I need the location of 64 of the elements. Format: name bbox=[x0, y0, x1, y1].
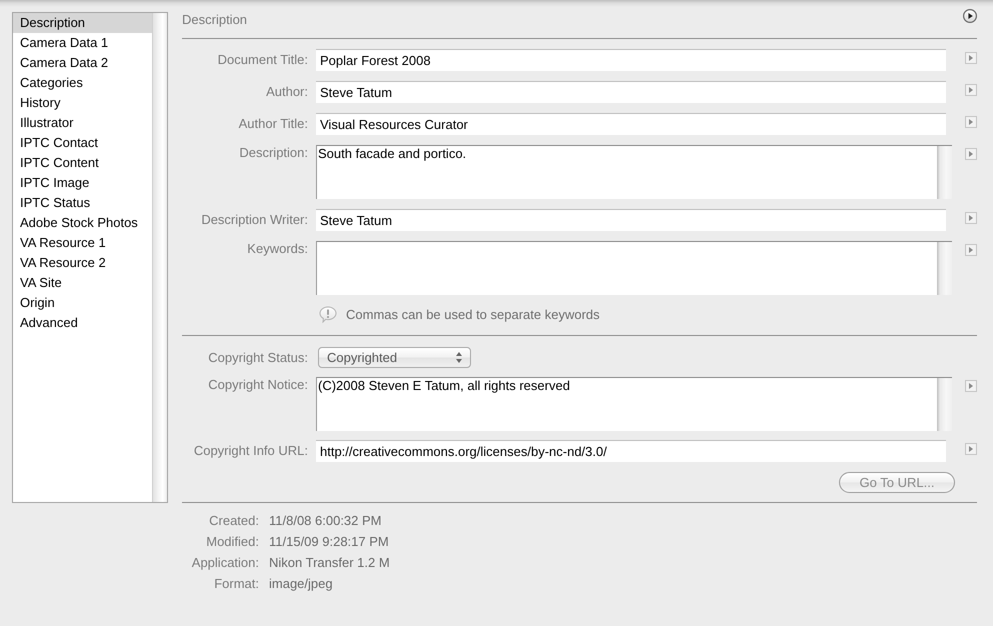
text-area[interactable] bbox=[316, 241, 952, 295]
info-value: Nikon Transfer 1.2 M bbox=[269, 554, 390, 572]
sidebar-item[interactable]: VA Site bbox=[13, 273, 152, 293]
hint-text: Commas can be used to separate keywords bbox=[346, 306, 600, 322]
sidebar-item[interactable]: IPTC Image bbox=[13, 173, 152, 193]
field-menu-button[interactable] bbox=[965, 380, 977, 392]
sidebar-item[interactable]: Camera Data 1 bbox=[13, 33, 152, 53]
scrollbar[interactable] bbox=[152, 13, 167, 502]
field-label: Copyright Notice: bbox=[207, 377, 308, 393]
sidebar-item[interactable]: VA Resource 2 bbox=[13, 253, 152, 273]
panel-title: Description bbox=[182, 11, 248, 28]
triangle-icon bbox=[969, 151, 973, 157]
info-value: image/jpeg bbox=[269, 575, 334, 593]
field-label: Document Title: bbox=[216, 51, 308, 68]
sidebar-item[interactable]: IPTC Content bbox=[13, 153, 152, 173]
triangle-icon bbox=[969, 55, 973, 61]
sidebar-item[interactable]: Advanced bbox=[13, 313, 152, 333]
info-value: 11/8/08 6:00:32 PM bbox=[269, 512, 383, 530]
info-label: Modified: bbox=[205, 533, 259, 551]
field-label: Copyright Info URL: bbox=[192, 442, 308, 459]
dropdown[interactable]: Copyrighted bbox=[318, 347, 471, 368]
field-label: Description Writer: bbox=[200, 211, 308, 228]
field-menu-button[interactable] bbox=[965, 116, 977, 128]
field-label: Author: bbox=[265, 83, 308, 100]
field-label: Keywords: bbox=[246, 241, 308, 257]
text-area[interactable]: (C)2008 Steven E Tatum, all rights reserved bbox=[316, 377, 952, 431]
play-circle-icon[interactable] bbox=[963, 9, 977, 23]
sidebar-item[interactable]: Origin bbox=[13, 293, 152, 313]
text-field[interactable]: http://creativecommons.org/licenses/by-nc-nd/3.0/ bbox=[316, 440, 946, 462]
text-area[interactable]: South facade and portico. bbox=[316, 145, 952, 199]
field-menu-button[interactable] bbox=[965, 52, 977, 64]
alert-bubble-icon bbox=[319, 306, 337, 322]
sidebar-item[interactable]: VA Resource 1 bbox=[13, 233, 152, 253]
triangle-icon bbox=[969, 383, 973, 389]
info-value: 11/15/09 9:28:17 PM bbox=[269, 533, 390, 551]
field-menu-button[interactable] bbox=[965, 443, 977, 455]
triangle-icon bbox=[969, 119, 973, 125]
text-field[interactable]: Poplar Forest 2008 bbox=[316, 49, 946, 71]
sidebar-item[interactable]: Categories bbox=[13, 73, 152, 93]
triangle-icon bbox=[969, 247, 973, 253]
sidebar-item[interactable]: Illustrator bbox=[13, 113, 152, 133]
triangle-icon bbox=[969, 87, 973, 93]
sidebar-item[interactable]: History bbox=[13, 93, 152, 113]
field-label: Description: bbox=[238, 145, 308, 161]
text-field[interactable]: Visual Resources Curator bbox=[316, 113, 946, 135]
sidebar-item[interactable]: Camera Data 2 bbox=[13, 53, 152, 73]
info-label: Application: bbox=[190, 554, 259, 572]
sidebar-item[interactable]: IPTC Contact bbox=[13, 133, 152, 153]
info-label: Created: bbox=[208, 512, 259, 530]
sidebar-item[interactable]: Adobe Stock Photos bbox=[13, 213, 152, 233]
text-field[interactable]: Steve Tatum bbox=[316, 81, 946, 103]
triangle-icon bbox=[969, 446, 973, 452]
sidebar-item[interactable]: IPTC Status bbox=[13, 193, 152, 213]
field-menu-button[interactable] bbox=[965, 84, 977, 96]
field-menu-button[interactable] bbox=[965, 148, 977, 160]
up-down-arrows-icon bbox=[456, 352, 462, 363]
sidebar-item[interactable]: Description bbox=[13, 13, 152, 33]
text-field[interactable]: Steve Tatum bbox=[316, 209, 946, 231]
field-label: Author Title: bbox=[238, 115, 308, 132]
triangle-icon bbox=[969, 215, 973, 221]
info-label: Format: bbox=[213, 575, 259, 593]
field-label: Copyright Status: bbox=[207, 349, 308, 366]
field-menu-button[interactable] bbox=[965, 244, 977, 256]
field-menu-button[interactable] bbox=[965, 212, 977, 224]
